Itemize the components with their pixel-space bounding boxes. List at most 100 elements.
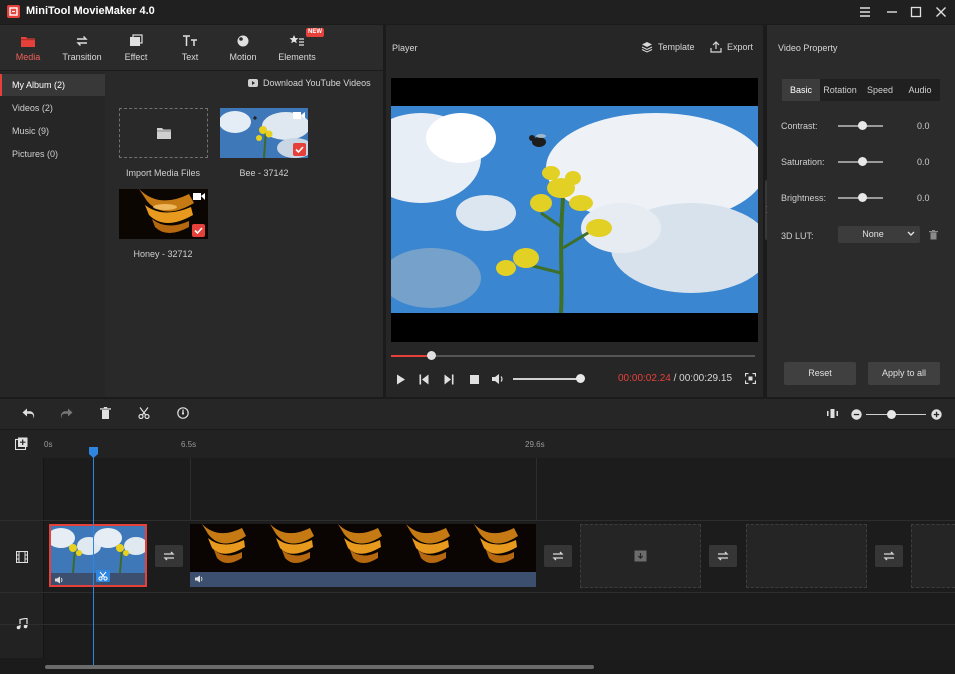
download-youtube-button[interactable]: Download YouTube Videos	[263, 78, 371, 88]
template-button[interactable]: Template	[641, 41, 701, 55]
playhead-line	[93, 453, 94, 665]
toolbar-transition-button[interactable]: Transition	[55, 25, 109, 71]
empty-clip-slot[interactable]	[746, 524, 867, 588]
tab-audio[interactable]: Audio	[900, 79, 940, 101]
play-icon[interactable]	[396, 374, 406, 385]
toolbar-elements-label: Elements	[270, 52, 324, 62]
clip-volume-icon[interactable]	[55, 576, 64, 584]
lut-label: 3D LUT:	[781, 231, 814, 241]
volume-slider-track[interactable]	[513, 378, 581, 380]
current-time: 00:00:02.24	[618, 373, 671, 384]
import-media-button[interactable]	[119, 108, 208, 158]
transition-slot-button[interactable]	[875, 545, 903, 567]
album-music[interactable]: Music (9)	[0, 120, 105, 142]
media-thumbnail-bee[interactable]	[220, 108, 308, 158]
speed-icon[interactable]	[177, 407, 189, 419]
playhead-handle[interactable]	[89, 447, 98, 458]
transition-icon	[74, 34, 90, 48]
saturation-slider-knob[interactable]	[858, 157, 867, 166]
add-track-icon[interactable]	[15, 437, 28, 450]
album-pictures[interactable]: Pictures (0)	[0, 143, 105, 165]
undo-icon[interactable]	[22, 408, 35, 419]
delete-icon[interactable]	[100, 407, 111, 419]
folder-icon	[20, 34, 36, 48]
motion-icon	[235, 34, 251, 48]
split-marker-icon[interactable]	[96, 570, 110, 582]
contrast-slider-knob[interactable]	[858, 121, 867, 130]
volume-slider-knob[interactable]	[576, 374, 585, 383]
track-divider	[0, 592, 955, 593]
volume-icon[interactable]	[492, 373, 505, 385]
ruler-marker-line	[536, 458, 537, 520]
transition-slot-button[interactable]	[155, 545, 183, 567]
next-frame-icon[interactable]	[444, 374, 454, 385]
transition-icon	[162, 550, 176, 562]
previous-frame-icon[interactable]	[419, 374, 429, 385]
maximize-icon[interactable]	[908, 4, 924, 20]
text-icon	[182, 34, 198, 48]
zoom-out-icon[interactable]	[851, 409, 862, 420]
timeline-clip-honey[interactable]	[190, 524, 536, 587]
timeline-toolbar	[0, 399, 955, 429]
transition-slot-button[interactable]	[544, 545, 572, 567]
playback-progress-knob[interactable]	[427, 351, 436, 360]
contrast-label: Contrast:	[781, 121, 818, 131]
trash-icon[interactable]	[929, 230, 938, 240]
fullscreen-icon[interactable]	[745, 373, 756, 384]
app-title: MiniTool MovieMaker 4.0	[26, 5, 155, 17]
toolbar-media-label: Media	[1, 52, 55, 62]
property-tabs: Basic Rotation Speed Audio	[782, 79, 940, 101]
toolbar-effect-button[interactable]: Effect	[109, 25, 163, 71]
album-sidebar: My Album (2) Videos (2) Music (9) Pictur…	[0, 72, 105, 397]
empty-clip-slot[interactable]	[580, 524, 701, 588]
track-divider	[0, 520, 955, 521]
brightness-slider-knob[interactable]	[858, 193, 867, 202]
toolbar-transition-label: Transition	[55, 52, 109, 62]
export-button[interactable]: Export	[710, 41, 760, 55]
tab-rotation[interactable]: Rotation	[820, 79, 860, 101]
fit-timeline-icon[interactable]	[827, 408, 838, 419]
video-preview	[391, 78, 758, 342]
clip-volume-icon[interactable]	[195, 575, 204, 583]
timeline-ruler[interactable]: 0s 6.5s 29.6s	[0, 430, 955, 458]
empty-clip-slot[interactable]	[911, 524, 955, 588]
apply-to-all-button[interactable]: Apply to all	[868, 362, 940, 385]
toolbar-text-label: Text	[163, 52, 217, 62]
split-scissors-icon[interactable]	[138, 407, 150, 419]
album-videos[interactable]: Videos (2)	[0, 97, 105, 119]
main-toolbar: Media Transition Effect Text Motion	[0, 25, 383, 71]
contrast-value: 0.0	[917, 121, 929, 131]
media-thumbnail-honey[interactable]	[119, 189, 208, 239]
album-my-album[interactable]: My Album (2)	[0, 74, 105, 96]
transition-slot-button[interactable]	[709, 545, 737, 567]
zoom-slider-track[interactable]	[866, 414, 926, 415]
video-property-title: Video Property	[778, 43, 837, 53]
total-time: 00:00:29.15	[679, 373, 732, 384]
zoom-slider-knob[interactable]	[887, 410, 896, 419]
zoom-in-icon[interactable]	[931, 409, 942, 420]
media-caption-bee: Bee - 37142	[214, 168, 314, 178]
close-icon[interactable]	[933, 4, 949, 20]
transition-icon	[716, 550, 730, 562]
transition-icon	[882, 550, 896, 562]
minimize-icon[interactable]	[884, 4, 900, 20]
stop-icon[interactable]	[470, 375, 479, 384]
toolbar-motion-button[interactable]: Motion	[216, 25, 270, 71]
selected-check-icon	[192, 224, 205, 237]
lut-select[interactable]: None	[838, 226, 920, 243]
brightness-label: Brightness:	[781, 193, 826, 203]
timecode: 00:00:02.24 / 00:00:29.15	[618, 373, 732, 384]
toolbar-media-button[interactable]: Media	[1, 25, 55, 71]
transition-icon	[551, 550, 565, 562]
playback-progress-track[interactable]	[391, 355, 755, 357]
hamburger-icon[interactable]	[857, 4, 873, 20]
reset-button[interactable]: Reset	[784, 362, 856, 385]
media-panel: Media Transition Effect Text Motion	[0, 25, 383, 397]
tab-speed[interactable]: Speed	[860, 79, 900, 101]
tab-basic[interactable]: Basic	[782, 79, 820, 101]
import-box-icon	[634, 550, 647, 562]
toolbar-text-button[interactable]: Text	[163, 25, 217, 71]
export-label: Export	[727, 42, 753, 52]
timeline-horizontal-scrollbar[interactable]	[45, 665, 594, 669]
redo-icon[interactable]	[60, 408, 73, 419]
